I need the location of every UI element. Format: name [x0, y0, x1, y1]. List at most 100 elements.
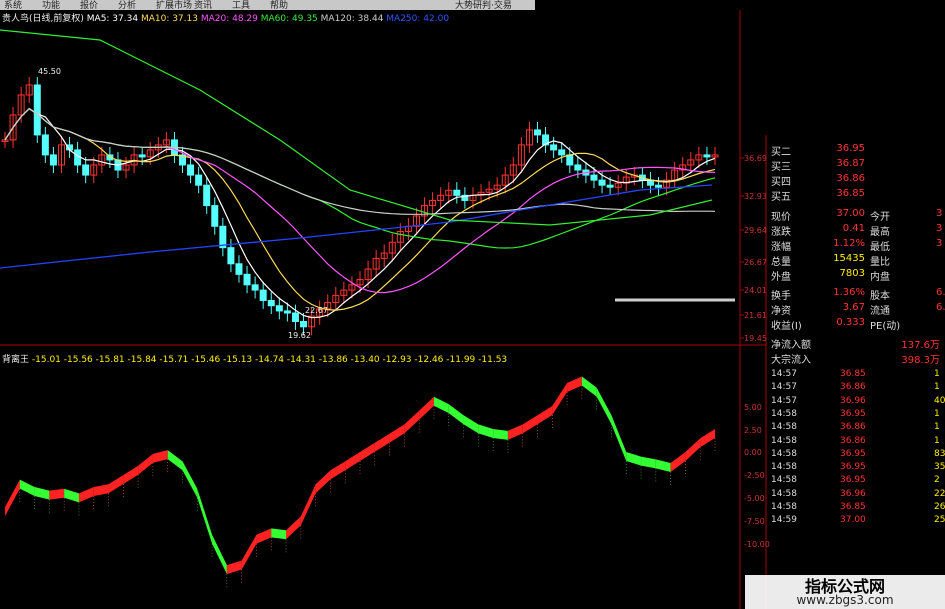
stat-label: 大宗流入: [771, 355, 811, 366]
indicator-band: [93, 484, 109, 496]
indicator-band: [78, 486, 94, 503]
tick-time: 14:58: [771, 475, 797, 486]
indicator-tick: 2.50: [744, 426, 762, 435]
stat-row: 涨跌 0.41 最高 3: [766, 222, 945, 238]
tick-time: 14:57: [771, 382, 797, 393]
stat-row: 净流入额 137.6万: [766, 335, 945, 351]
tick-row: 14:58 36.95 1: [766, 409, 945, 422]
stat-value: 137.6万: [901, 340, 940, 351]
candle-body: [453, 189, 461, 196]
chart-header: 贵人鸟(日线,前复权) MA5: 37.34 MA10: 37.13 MA20:…: [2, 11, 449, 24]
tick-row: 14:58 36.96 22: [766, 489, 945, 502]
candle-body: [251, 284, 259, 291]
tick-time: 14:57: [771, 369, 797, 379]
candle-body: [267, 300, 275, 307]
stat-row: 大宗流入 398.3万: [766, 350, 945, 366]
stat-label: 外盘: [771, 272, 791, 283]
indicator-value: -12.46: [411, 355, 444, 365]
indicator-band: [463, 415, 479, 434]
tick-row: 14:57 36.96 40: [766, 396, 945, 409]
stat-value-2: 3: [936, 223, 943, 234]
ma120-line: [4, 107, 716, 215]
candle-body: [235, 263, 243, 275]
indicator-band: [700, 429, 715, 448]
candle-body: [558, 149, 566, 156]
indicator-band: [49, 488, 65, 500]
tick-price: 36.96: [840, 488, 866, 499]
candle-body: [598, 179, 606, 186]
indicator-band: [389, 424, 405, 443]
tick-time: 14:58: [771, 435, 797, 446]
candle-body: [187, 164, 195, 176]
ma-label: MA250: 42.00: [383, 14, 450, 24]
stat-row: 外盘 7803 内盘: [766, 267, 945, 283]
tick-price: 36.95: [840, 408, 866, 419]
indicator-band: [300, 484, 316, 526]
indicator-band: [286, 516, 301, 540]
stat-value: 3.67: [842, 302, 865, 313]
price-tick: 32.93: [744, 192, 767, 201]
stat-value: 398.3万: [901, 355, 940, 366]
candle-body: [33, 84, 41, 136]
candle-body: [655, 184, 663, 188]
stat-label: 净流入额: [771, 340, 811, 351]
watermark-url: www.zbgs3.com: [796, 593, 894, 607]
stat-label: 净资: [771, 306, 791, 317]
quote-value: 36.87: [836, 158, 865, 169]
stat-label: 总量: [771, 257, 791, 268]
indicator-band: [19, 479, 35, 496]
indicator-value: -14.31: [284, 355, 316, 365]
indicator-tick: 5.00: [744, 403, 762, 412]
stat-value-2: 3: [936, 208, 943, 219]
ma-label: MA10: 37.13: [138, 14, 198, 24]
indicator-tick: -7.50: [744, 517, 765, 526]
indicator-header: 背离王 -15.01 -15.56 -15.81 -15.84 -15.71 -…: [2, 352, 507, 365]
candle-body: [590, 174, 598, 181]
ma-label: MA5: 37.34: [86, 14, 139, 24]
indicator-band: [182, 461, 198, 498]
indicator-band: [581, 376, 597, 397]
indicator-band: [626, 452, 642, 466]
quote-label: 买五: [771, 192, 791, 203]
indicator-band: [685, 438, 701, 461]
tick-time: 14:58: [771, 502, 797, 512]
tick-price: 36.86: [840, 422, 866, 433]
indicator-band: [670, 452, 686, 473]
candle-body: [275, 305, 283, 312]
stat-label-2: 股本: [870, 291, 890, 302]
stat-label-2: 今开: [870, 212, 890, 223]
tick-price: 36.95: [840, 475, 866, 486]
indicator-band: [655, 459, 671, 473]
indicator-band: [34, 486, 50, 500]
indicator-band: [596, 387, 612, 425]
tick-price: 36.86: [840, 435, 866, 446]
tick-volume: 26: [934, 502, 945, 512]
stat-value: 37.00: [836, 208, 865, 219]
indicator-band: [567, 376, 582, 392]
indicator-band: [64, 488, 79, 503]
indicator-band: [641, 456, 656, 469]
price-tick: 26.67: [744, 258, 767, 267]
stat-value: 1.36%: [833, 287, 865, 298]
indicator-band: [315, 470, 331, 494]
candle-body: [550, 144, 558, 151]
tick-time: 14:58: [771, 488, 797, 499]
mid-annotation: 22.67: [305, 306, 328, 315]
stat-value: 15435: [833, 253, 865, 264]
tick-row: 14:59 37.00 25: [766, 515, 945, 528]
tick-row: 14:58 36.95 83: [766, 449, 945, 462]
candle-body: [291, 312, 299, 322]
stat-label: 换手: [771, 291, 791, 302]
indicator-band: [256, 528, 272, 544]
stat-row: 现价 37.00 今开 3: [766, 207, 945, 223]
candle-body: [574, 164, 582, 171]
tick-volume: 1: [934, 408, 940, 419]
tick-price: 36.85: [840, 502, 866, 512]
price-tick: 24.01: [744, 286, 767, 295]
stat-value: 0.41: [842, 223, 865, 234]
candle-body: [259, 289, 267, 302]
tick-volume: 40: [934, 395, 945, 406]
stat-value-2: 6.: [936, 302, 945, 313]
stat-value-2: 6.: [936, 287, 945, 298]
indicator-tick: 0.00: [744, 448, 762, 457]
